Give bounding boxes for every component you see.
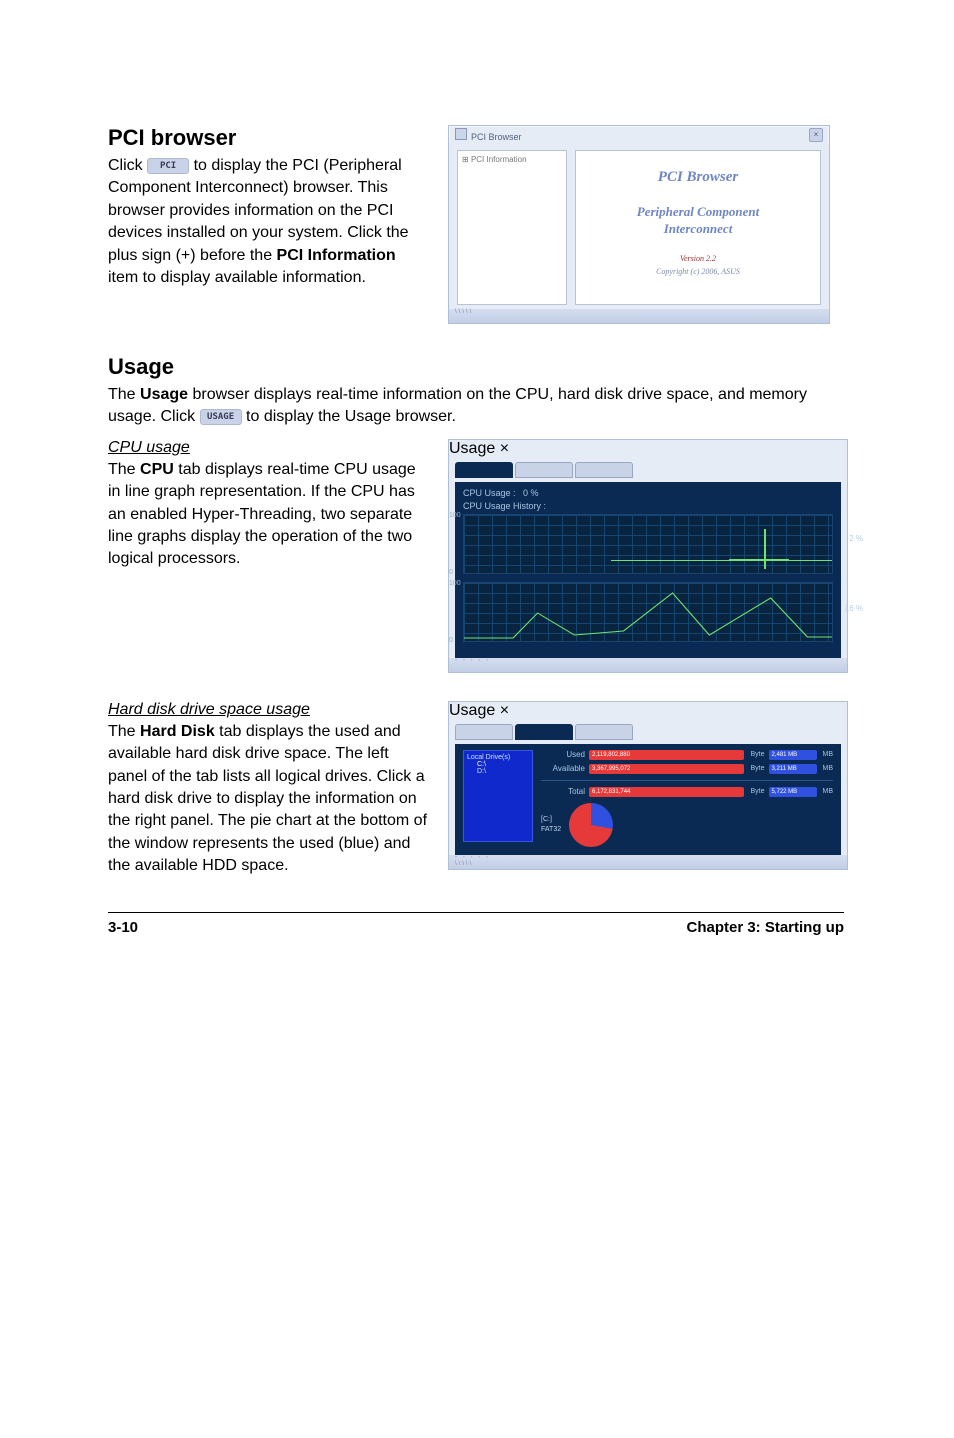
y-axis-min: 0: [449, 569, 453, 576]
hdd-paragraph: The Hard Disk tab displays the used and …: [108, 721, 430, 878]
txt: The: [108, 461, 140, 478]
y-axis-min: 0: [449, 637, 453, 644]
close-icon[interactable]: ×: [500, 702, 509, 719]
txt: tab displays the used and available hard…: [108, 723, 427, 874]
close-icon[interactable]: ×: [500, 440, 509, 457]
cpu-usage-window: Usage × CPU Usage : 0 % CPU Usage Histor…: [448, 439, 848, 673]
usage-intro: The Usage browser displays real-time inf…: [108, 384, 844, 429]
tab-mem[interactable]: [575, 724, 633, 740]
window-title: PCI Browser: [471, 132, 522, 142]
pci-info-bold: PCI Information: [277, 247, 396, 264]
total-bar: 6,172,831,744: [589, 787, 744, 797]
window-title: Usage: [449, 702, 495, 719]
hdd-subheading: Hard disk drive space usage: [108, 701, 430, 719]
used-bar: 2,119,802,880: [589, 750, 744, 760]
pci-heading: PCI browser: [108, 125, 430, 151]
avail-unit: Byte: [750, 765, 764, 772]
total-unit: Byte: [750, 788, 764, 795]
avail-val: 3,211 MB: [769, 764, 817, 774]
cpu-chart-1: [463, 514, 833, 574]
usage-heading: Usage: [108, 354, 844, 380]
window-footer-grip: • • • • •\\\\\: [449, 855, 847, 869]
used-unit: Byte: [750, 751, 764, 758]
pie-drive-label: [C:]: [541, 815, 561, 825]
cpu1-pct: 2 %: [849, 534, 863, 543]
avail-bar: 3,367,995,072: [589, 764, 744, 774]
window-titlebar: PCI Browser ×: [449, 126, 829, 144]
window-footer-grip: • • • • •: [449, 658, 847, 672]
avail-label: Available: [541, 764, 585, 773]
txt: to display the Usage browser.: [246, 408, 456, 425]
cpu-subheading: CPU usage: [108, 439, 430, 457]
tree-root[interactable]: Local Drive(s): [467, 754, 529, 761]
tab-cpu[interactable]: [455, 462, 513, 478]
used-val: 2,481 MB: [769, 750, 817, 760]
cpu-usage-value: 0 %: [523, 488, 539, 498]
brand-sub1: Peripheral Component: [637, 204, 759, 221]
txt: The: [108, 723, 140, 740]
pci-tree-panel[interactable]: ⊞ PCI Information: [457, 150, 567, 305]
total-val: 5,722 MB: [769, 787, 817, 797]
cpu2-pct: 16 %: [845, 604, 863, 613]
drive-list[interactable]: Local Drive(s) C:\ D:\: [463, 750, 533, 842]
cpu-history-label: CPU Usage History :: [463, 501, 833, 511]
tab-mem[interactable]: [575, 462, 633, 478]
usage-tabs: [455, 724, 847, 740]
pci-paragraph: Click PCI to display the PCI (Peripheral…: [108, 155, 430, 289]
window-titlebar: Usage ×: [449, 440, 847, 458]
cpu-bold: CPU: [140, 461, 174, 478]
txt: item to display available information.: [108, 269, 366, 286]
cpu-paragraph: The CPU tab displays real-time CPU usage…: [108, 459, 430, 571]
usage-bold: Usage: [140, 386, 188, 403]
drive-c[interactable]: C:\: [467, 761, 529, 768]
close-icon[interactable]: ×: [809, 128, 823, 142]
y-axis-max: 100: [449, 512, 461, 519]
tree-root[interactable]: PCI Information: [471, 155, 527, 164]
app-icon: [455, 128, 467, 140]
pie-fs-label: FAT32: [541, 825, 561, 835]
pci-button-inline[interactable]: PCI: [147, 158, 189, 174]
u: MB: [823, 751, 834, 758]
copyright-text: Copyright (c) 2006, ASUS: [656, 267, 740, 276]
txt: The: [108, 386, 140, 403]
brand-sub2: Interconnect: [664, 221, 733, 238]
y-axis-max: 100: [449, 580, 461, 587]
tab-hdd[interactable]: [515, 724, 573, 740]
window-title: Usage: [449, 440, 495, 457]
usage-tabs: [455, 462, 847, 478]
total-label: Total: [541, 787, 585, 796]
page-number: 3-10: [108, 919, 138, 936]
used-label: Used: [541, 750, 585, 759]
page-footer: 3-10 Chapter 3: Starting up: [108, 912, 844, 936]
pci-info-panel: PCI Browser Peripheral Component Interco…: [575, 150, 821, 305]
pci-browser-window: PCI Browser × ⊞ PCI Information PCI Brow…: [448, 125, 830, 324]
window-footer-grip: \\\\\: [449, 309, 829, 323]
cpu-chart-2: [463, 582, 833, 642]
hdd-bold: Hard Disk: [140, 723, 215, 740]
hdd-usage-window: Usage × Local Drive(s) C:\ D:\: [448, 701, 848, 870]
window-titlebar: Usage ×: [449, 702, 847, 720]
chapter-label: Chapter 3: Starting up: [686, 919, 844, 936]
version-text: Version 2.2: [680, 254, 716, 263]
brand-title: PCI Browser: [658, 169, 738, 186]
cpu-usage-label: CPU Usage :: [463, 488, 516, 498]
u: MB: [823, 788, 834, 795]
tab-hdd[interactable]: [515, 462, 573, 478]
tab-cpu[interactable]: [455, 724, 513, 740]
usage-button-inline[interactable]: USAGE: [200, 409, 242, 425]
pie-chart: [569, 803, 613, 847]
u: MB: [823, 765, 834, 772]
txt: Click: [108, 157, 147, 174]
drive-d[interactable]: D:\: [467, 768, 529, 775]
